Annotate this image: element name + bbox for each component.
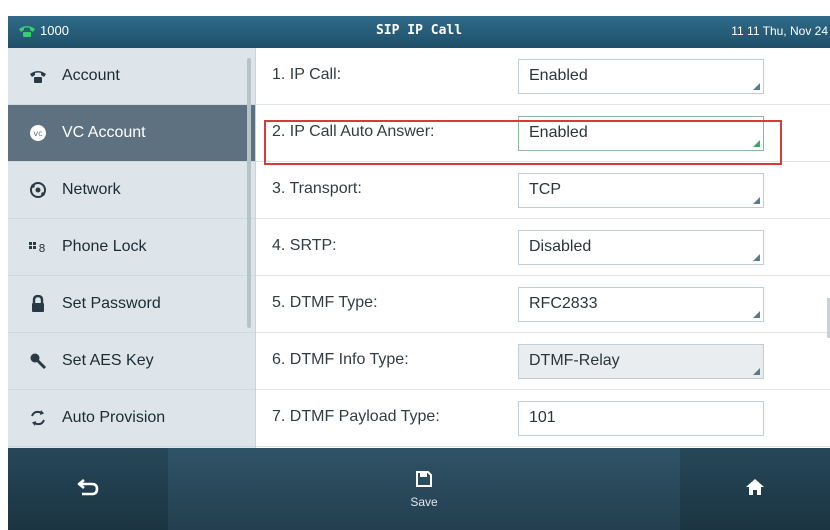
field-label: 6. DTMF Info Type:: [272, 351, 409, 368]
form-row-dtmf-info-type: 6. DTMF Info Type: DTMF-Relay: [256, 333, 830, 390]
sidebar-item-label: Phone Lock: [62, 238, 147, 255]
dropdown-corner-icon: [753, 140, 760, 147]
form-row-dtmf-type: 5. DTMF Type: RFC2833: [256, 276, 830, 333]
field-value: Enabled: [529, 67, 588, 84]
svg-text:8: 8: [39, 242, 46, 255]
sidebar-item-label: Set Password: [62, 295, 161, 312]
phone-icon: [28, 66, 48, 86]
dropdown-corner-icon: [753, 311, 760, 318]
form-row-dtmf-payload-type: 7. DTMF Payload Type: 101: [256, 390, 830, 447]
sidebar-item-account[interactable]: Account: [8, 48, 255, 105]
dropdown-corner-icon: [753, 368, 760, 375]
form-row-transport: 3. Transport: TCP: [256, 162, 830, 219]
field-value: RFC2833: [529, 295, 598, 312]
vc-icon: vc: [28, 123, 48, 143]
save-label: Save: [410, 494, 438, 509]
softkey-bar: Save: [8, 448, 830, 530]
ip-call-auto-answer-select[interactable]: Enabled: [518, 116, 764, 151]
sidebar-scrollbar[interactable]: [247, 58, 251, 328]
field-label: 1. IP Call:: [272, 66, 342, 83]
sidebar-item-phone-lock[interactable]: 8 Phone Lock: [8, 219, 255, 276]
sidebar-item-auto-provision[interactable]: Auto Provision: [8, 390, 255, 447]
field-label: 5. DTMF Type:: [272, 294, 378, 311]
screen-title: SIP IP Call: [375, 23, 463, 38]
key-icon: [28, 351, 48, 371]
field-value: TCP: [529, 181, 561, 198]
sidebar-item-label: Network: [62, 181, 121, 198]
dtmf-type-select[interactable]: RFC2833: [518, 287, 764, 322]
sidebar-item-vc-account[interactable]: vc VC Account: [8, 105, 255, 162]
dropdown-corner-icon: [753, 83, 760, 90]
dropdown-corner-icon: [753, 197, 760, 204]
dtmf-payload-type-input[interactable]: 101: [518, 401, 764, 436]
sidebar-item-label: Set AES Key: [62, 352, 154, 369]
svg-text:vc: vc: [33, 129, 42, 138]
field-value: DTMF-Relay: [529, 352, 620, 369]
sidebar-item-set-password[interactable]: Set Password: [8, 276, 255, 333]
sidebar-item-set-aes-key[interactable]: Set AES Key: [8, 333, 255, 390]
save-button[interactable]: Save: [168, 448, 680, 530]
clock: 11 11 Thu, Nov 24: [731, 24, 828, 38]
sidebar-item-network[interactable]: Network: [8, 162, 255, 219]
back-arrow-icon: [77, 477, 99, 502]
dropdown-corner-icon: [753, 254, 760, 261]
field-label: 3. Transport:: [272, 180, 362, 197]
transport-select[interactable]: TCP: [518, 173, 764, 208]
settings-form: 1. IP Call: Enabled 2. IP Call Auto Answ…: [256, 48, 830, 448]
save-icon: [415, 470, 433, 493]
field-label: 7. DTMF Payload Type:: [272, 408, 440, 425]
lock-icon: [28, 294, 48, 314]
srtp-select[interactable]: Disabled: [518, 230, 764, 265]
sidebar-item-label: Account: [62, 67, 120, 84]
sidebar-item-label: VC Account: [62, 124, 146, 141]
form-row-ip-call: 1. IP Call: Enabled: [256, 48, 830, 105]
field-label: 4. SRTP:: [272, 237, 337, 254]
home-icon: [745, 478, 765, 501]
field-label: 2. IP Call Auto Answer:: [272, 123, 435, 140]
field-value: Disabled: [529, 238, 592, 255]
refresh-icon: [28, 408, 48, 428]
field-value: Enabled: [529, 124, 588, 141]
form-row-srtp: 4. SRTP: Disabled: [256, 219, 830, 276]
sidebar: Account vc VC Account Network 8 Phone Lo…: [8, 48, 256, 448]
dtmf-info-type-select: DTMF-Relay: [518, 344, 764, 379]
home-button[interactable]: [680, 448, 830, 530]
phone-lock-icon: 8: [28, 237, 48, 257]
ip-call-select[interactable]: Enabled: [518, 59, 764, 94]
back-button[interactable]: [8, 448, 168, 530]
status-bar: 1000 SIP IP Call 11 11 Thu, Nov 24: [8, 16, 830, 48]
field-value: 101: [529, 409, 556, 426]
form-row-ip-call-auto-answer: 2. IP Call Auto Answer: Enabled: [256, 105, 830, 162]
sidebar-item-label: Auto Provision: [62, 409, 166, 426]
network-icon: [28, 180, 48, 200]
